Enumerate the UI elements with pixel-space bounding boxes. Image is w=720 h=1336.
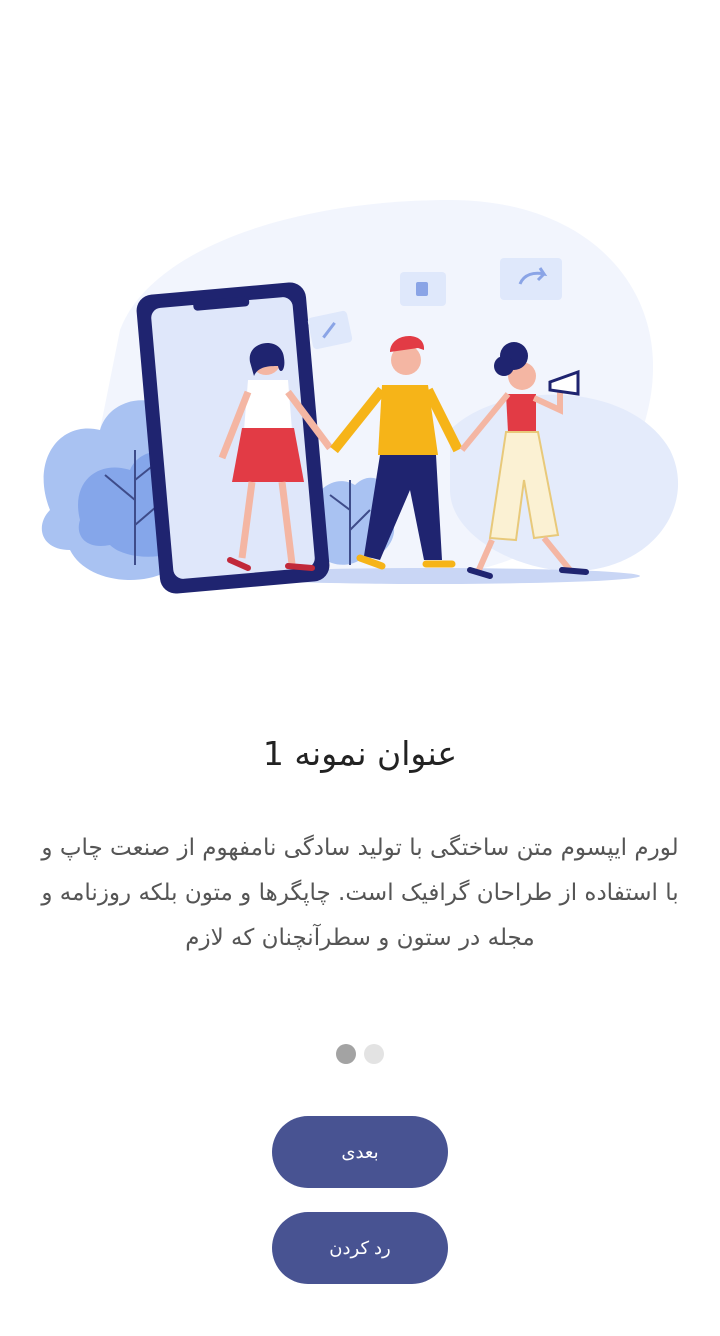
page-indicator-dot-active xyxy=(336,1044,356,1064)
next-button[interactable]: بعدی xyxy=(272,1116,448,1188)
skip-button[interactable]: رد کردن xyxy=(272,1212,448,1284)
page-indicator-dot xyxy=(364,1044,384,1064)
onboarding-illustration xyxy=(30,180,690,610)
page-title: عنوان نمونه 1 xyxy=(262,734,458,773)
page-indicator xyxy=(0,1044,720,1064)
people-walking-from-phone-illustration xyxy=(41,200,679,594)
page-description: لورم ایپسوم متن ساختگی با تولید سادگی نا… xyxy=(41,835,679,951)
